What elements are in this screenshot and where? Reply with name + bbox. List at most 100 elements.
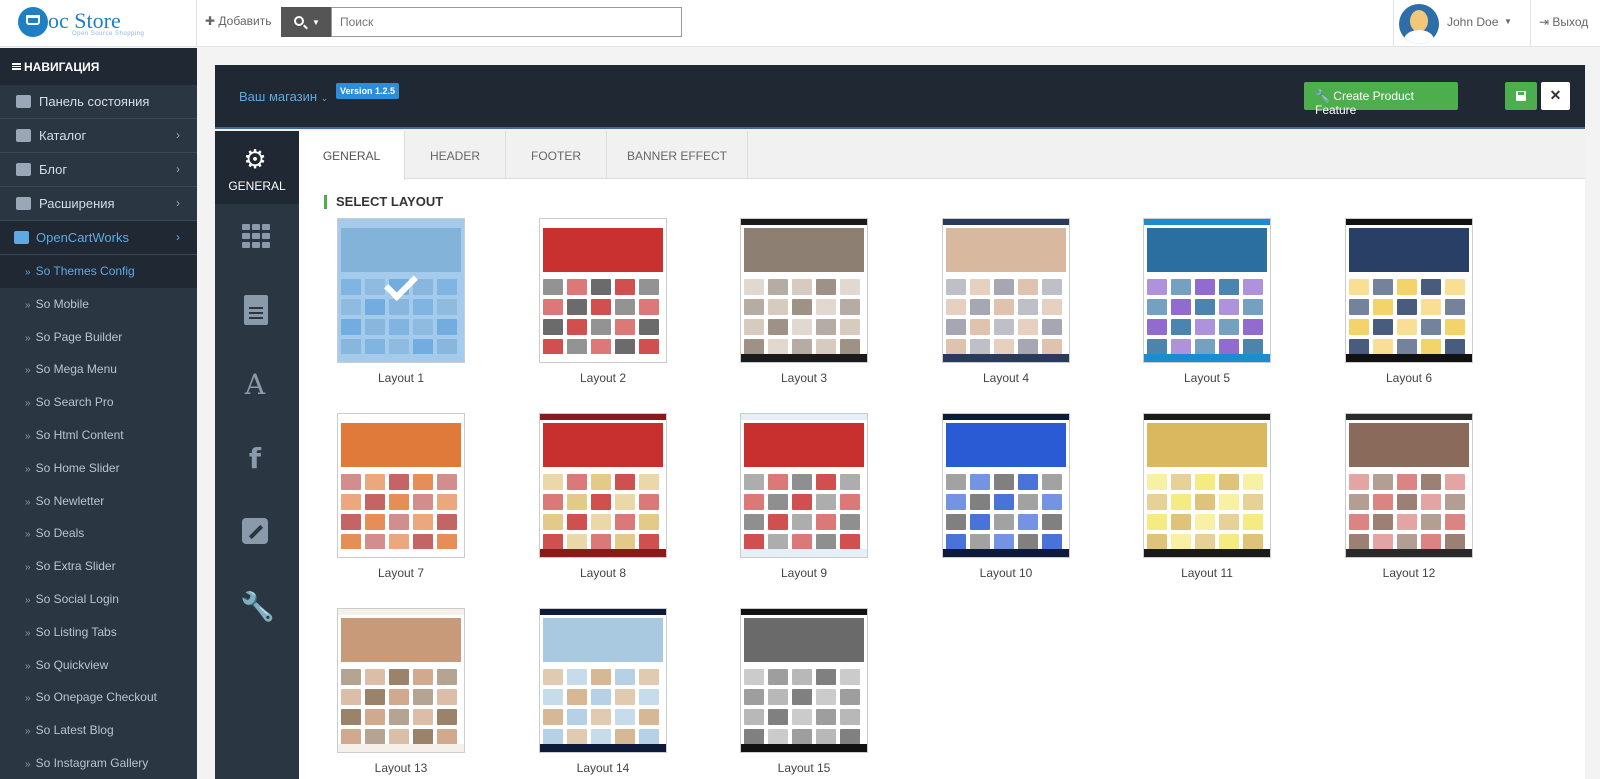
layout-thumbnail[interactable] [1345, 218, 1473, 363]
sidebar-item-catalog[interactable]: Каталог › [0, 119, 197, 153]
add-button-label: Добавить [218, 14, 272, 28]
submenu-item[interactable]: » So Quickview [0, 649, 197, 682]
user-menu[interactable]: John Doe ▼ [1393, 0, 1530, 47]
layout-option[interactable]: Layout 15 [740, 608, 868, 775]
vtab-layout[interactable] [215, 204, 299, 278]
vtab-pages[interactable] [215, 278, 299, 352]
sidebar-item-label: Блог [39, 162, 68, 177]
layout-label: Layout 1 [377, 371, 425, 385]
submenu-item-label: So Quickview [35, 657, 109, 672]
close-button[interactable]: ✕ [1541, 82, 1570, 110]
wrench-icon: 🔧 [240, 590, 275, 623]
add-button[interactable]: ✚ Добавить [205, 14, 271, 28]
sidebar-item-extensions[interactable]: Расширения › [0, 187, 197, 221]
sidebar-item-dashboard[interactable]: Панель состояния [0, 85, 197, 119]
layout-thumbnail[interactable] [1143, 218, 1271, 363]
layout-thumbnail[interactable] [539, 413, 667, 558]
wrench-icon: 🔧 [1315, 89, 1330, 103]
layout-option[interactable]: Layout 14 [539, 608, 667, 775]
submenu-item[interactable]: » So Page Builder [0, 321, 197, 354]
save-icon [1516, 91, 1526, 101]
submenu-item[interactable]: » So Extra Slider [0, 550, 197, 583]
layout-label: Layout 12 [1382, 566, 1436, 580]
submenu-item-label: So Themes Config [35, 264, 135, 278]
tab-general[interactable]: GENERAL [299, 131, 405, 180]
layout-option[interactable]: Layout 12 [1345, 413, 1473, 580]
layout-option[interactable]: Layout 3 [740, 218, 868, 385]
double-angle-right-icon: » [25, 332, 31, 344]
layout-option[interactable]: Layout 7 [337, 413, 465, 580]
layout-label: Layout 3 [780, 371, 828, 385]
layout-option[interactable]: Layout 8 [539, 413, 667, 580]
vtab-fonts[interactable]: A [215, 352, 299, 426]
layout-thumbnail[interactable] [337, 413, 465, 558]
submenu-item[interactable]: » So Instagram Gallery [0, 747, 197, 779]
store-selector[interactable]: Ваш магазин ⌄ [239, 89, 328, 104]
tab-footer[interactable]: FOOTER [506, 131, 607, 179]
submenu-item-label: So Instagram Gallery [35, 755, 149, 770]
submenu-item[interactable]: » So Themes Config [0, 255, 197, 288]
layout-option[interactable]: Layout 13 [337, 608, 465, 775]
submenu-item[interactable]: » So Listing Tabs [0, 616, 197, 649]
double-angle-right-icon: » [25, 758, 31, 770]
gear-icon: ⚙ [243, 145, 267, 175]
layout-thumbnail[interactable] [337, 608, 465, 753]
vtab-social[interactable]: f [215, 426, 299, 500]
submenu-item[interactable]: » So Home Slider [0, 452, 197, 485]
layout-thumbnail[interactable] [942, 413, 1070, 558]
double-angle-right-icon: » [25, 562, 31, 574]
search-input[interactable] [331, 7, 682, 37]
layout-option[interactable]: Layout 4 [942, 218, 1070, 385]
save-button[interactable] [1505, 82, 1537, 110]
layout-thumbnail[interactable] [740, 413, 868, 558]
vtab-custom[interactable] [215, 500, 299, 574]
sidebar-item-blog[interactable]: Блог › [0, 153, 197, 187]
submenu-item[interactable]: » So Mega Menu [0, 353, 197, 386]
vtab-advanced[interactable]: 🔧 [215, 574, 299, 648]
submenu-item-label: So Onepage Checkout [35, 690, 157, 705]
layout-thumbnail[interactable] [1345, 413, 1473, 558]
submenu-item[interactable]: » So Social Login [0, 583, 197, 616]
layout-thumbnail[interactable] [1143, 413, 1271, 558]
layout-label: Layout 7 [377, 566, 425, 580]
layout-option[interactable]: Layout 9 [740, 413, 868, 580]
submenu-item-label: So Extra Slider [35, 559, 116, 574]
layout-thumbnail[interactable] [740, 608, 868, 753]
store-logo[interactable]: oc Store Open Source Shopping [0, 0, 197, 47]
submenu-item[interactable]: » So Mobile [0, 288, 197, 321]
double-angle-right-icon: » [25, 660, 31, 672]
double-angle-right-icon: » [25, 430, 31, 442]
version-badge: Version 1.2.5 [336, 83, 400, 99]
chevron-right-icon: › [176, 196, 180, 210]
layout-option[interactable]: Layout 6 [1345, 218, 1473, 385]
cubes-icon [14, 231, 29, 244]
submenu-item[interactable]: » So Newletter [0, 485, 197, 518]
layout-label: Layout 8 [579, 566, 627, 580]
submenu-item[interactable]: » So Html Content [0, 419, 197, 452]
sidebar-item-opencartworks[interactable]: OpenCartWorks › [0, 221, 197, 255]
double-angle-right-icon: » [25, 299, 31, 311]
submenu-item[interactable]: » So Onepage Checkout [0, 681, 197, 714]
layout-option[interactable]: Layout 11 [1143, 413, 1271, 580]
layout-thumbnail[interactable] [740, 218, 868, 363]
search-type-button[interactable]: ▼ [281, 7, 331, 37]
layout-option[interactable]: Layout 10 [942, 413, 1070, 580]
layout-thumbnail[interactable] [539, 218, 667, 363]
submenu-item[interactable]: » So Latest Blog [0, 714, 197, 747]
create-product-feature-button[interactable]: 🔧 Create Product Feature [1304, 82, 1458, 117]
vtab-general[interactable]: ⚙ GENERAL [215, 131, 299, 204]
layout-option[interactable]: Layout 1 [337, 218, 465, 385]
tab-banner-effect[interactable]: BANNER EFFECT [607, 131, 748, 179]
tab-header[interactable]: HEADER [405, 131, 506, 179]
logout-button[interactable]: ⇥ Выход [1530, 0, 1600, 47]
layout-option[interactable]: Layout 5 [1143, 218, 1271, 385]
layout-option[interactable]: Layout 2 [539, 218, 667, 385]
submenu-item[interactable]: » So Deals [0, 517, 197, 550]
double-angle-right-icon: » [25, 463, 31, 475]
layout-label: Layout 6 [1385, 371, 1433, 385]
submenu-item-label: So Page Builder [35, 329, 123, 344]
layout-thumbnail[interactable] [337, 218, 465, 363]
layout-thumbnail[interactable] [942, 218, 1070, 363]
submenu-item[interactable]: » So Search Pro [0, 386, 197, 419]
layout-thumbnail[interactable] [539, 608, 667, 753]
